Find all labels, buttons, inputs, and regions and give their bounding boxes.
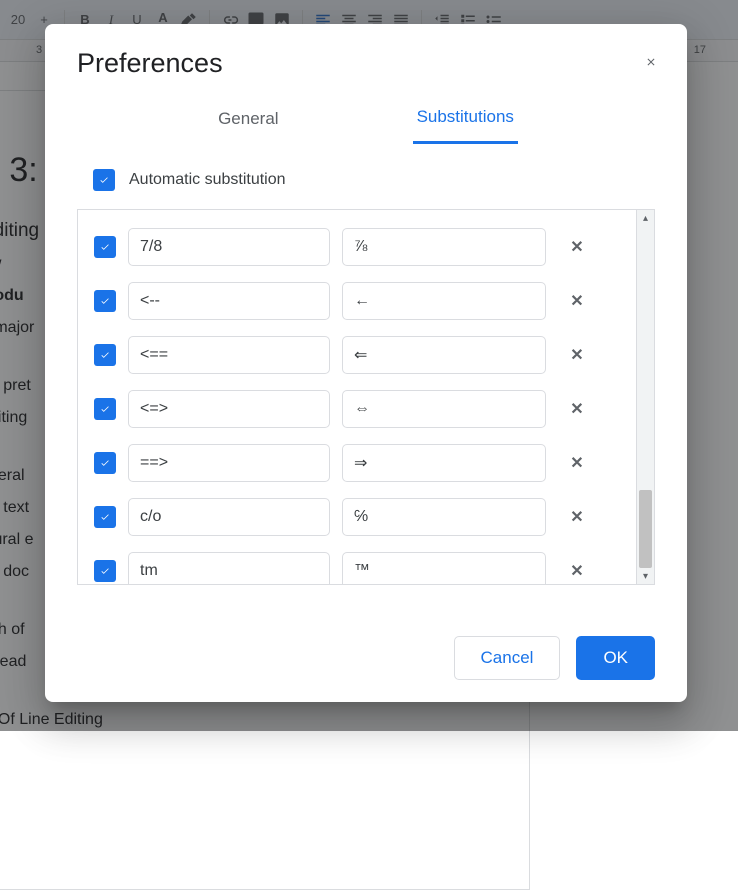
cancel-button[interactable]: Cancel: [454, 636, 561, 680]
remove-row-button[interactable]: ✕: [564, 288, 590, 314]
substitution-row: ✕: [94, 220, 626, 274]
row-enable-checkbox[interactable]: [94, 236, 116, 258]
check-icon: [99, 172, 109, 188]
with-input[interactable]: [342, 336, 546, 374]
row-enable-checkbox[interactable]: [94, 290, 116, 312]
row-enable-checkbox[interactable]: [94, 344, 116, 366]
scrollbar[interactable]: ▴ ▾: [636, 210, 654, 584]
replace-input[interactable]: [128, 498, 330, 536]
remove-row-button[interactable]: ✕: [564, 504, 590, 530]
with-input[interactable]: [342, 282, 546, 320]
remove-row-button[interactable]: ✕: [564, 396, 590, 422]
replace-input[interactable]: [128, 282, 330, 320]
remove-row-button[interactable]: ✕: [564, 342, 590, 368]
scrollbar-thumb[interactable]: [639, 490, 652, 568]
close-button[interactable]: [639, 50, 663, 74]
substitution-row: ✕: [94, 490, 626, 544]
check-icon: [100, 455, 110, 471]
substitution-row: ✕: [94, 382, 626, 436]
scroll-down-icon[interactable]: ▾: [637, 568, 654, 584]
tab-substitutions[interactable]: Substitutions: [413, 107, 518, 144]
with-input[interactable]: [342, 444, 546, 482]
check-icon: [100, 401, 110, 417]
row-enable-checkbox[interactable]: [94, 452, 116, 474]
row-enable-checkbox[interactable]: [94, 398, 116, 420]
scroll-up-icon[interactable]: ▴: [637, 210, 654, 226]
automatic-substitution-label: Automatic substitution: [129, 171, 286, 189]
substitutions-table: ✕ ✕ ✕ ✕ ✕ ✕ ✕ ▴ ▾: [77, 209, 655, 585]
with-input[interactable]: [342, 390, 546, 428]
check-icon: [100, 239, 110, 255]
replace-input[interactable]: [128, 228, 330, 266]
remove-row-button[interactable]: ✕: [564, 234, 590, 260]
replace-input[interactable]: [128, 390, 330, 428]
row-enable-checkbox[interactable]: [94, 506, 116, 528]
check-icon: [100, 563, 110, 579]
remove-row-button[interactable]: ✕: [564, 558, 590, 584]
automatic-substitution-checkbox[interactable]: [93, 169, 115, 191]
check-icon: [100, 509, 110, 525]
replace-input[interactable]: [128, 552, 330, 584]
substitution-row: ✕: [94, 544, 626, 584]
row-enable-checkbox[interactable]: [94, 560, 116, 582]
remove-row-button[interactable]: ✕: [564, 450, 590, 476]
preferences-dialog: Preferences General Substitutions Automa…: [45, 24, 687, 702]
close-icon: [645, 52, 657, 72]
check-icon: [100, 293, 110, 309]
substitution-row: ✕: [94, 274, 626, 328]
ok-button[interactable]: OK: [576, 636, 655, 680]
tabs: General Substitutions: [77, 107, 655, 145]
replace-input[interactable]: [128, 444, 330, 482]
check-icon: [100, 347, 110, 363]
with-input[interactable]: [342, 228, 546, 266]
with-input[interactable]: [342, 552, 546, 584]
replace-input[interactable]: [128, 336, 330, 374]
tab-general[interactable]: General: [214, 107, 282, 144]
with-input[interactable]: [342, 498, 546, 536]
substitution-row: ✕: [94, 436, 626, 490]
dialog-title: Preferences: [77, 48, 655, 79]
substitution-row: ✕: [94, 328, 626, 382]
